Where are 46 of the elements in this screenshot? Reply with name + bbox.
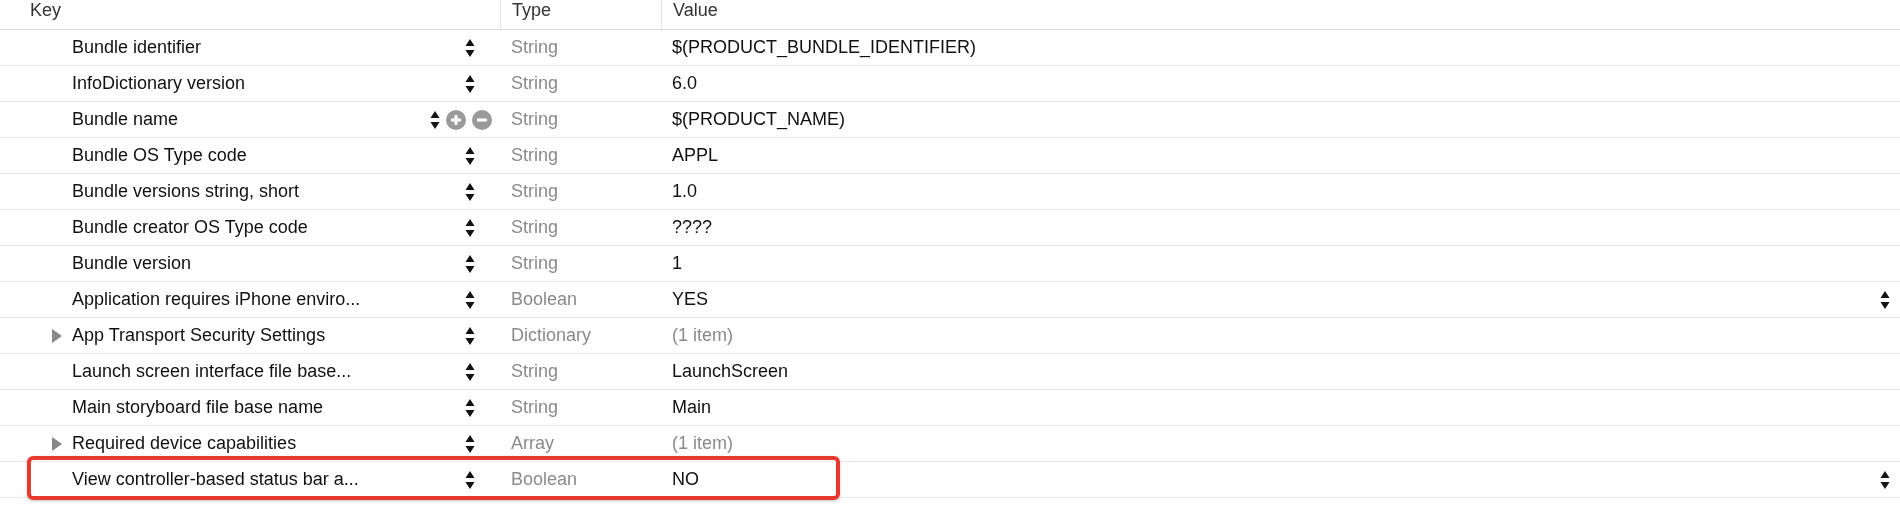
type-label: Boolean [511,469,578,490]
key-label: Bundle OS Type code [72,145,248,166]
key-label: Bundle versions string, short [72,181,301,202]
value-label: (1 item) [672,325,734,346]
key-label: Bundle identifier [72,37,203,58]
column-header[interactable]: Value [673,0,718,29]
value-label: NO [672,469,700,490]
value-label: $(PRODUCT_BUNDLE_IDENTIFIER) [672,37,978,58]
type-label: String [511,217,559,238]
disclosure-triangle-icon[interactable] [50,436,64,451]
type-label: Array [511,433,554,454]
key-label: Bundle name [72,109,180,130]
value-label: $(PRODUCT_NAME) [672,109,846,130]
type-label: String [511,181,559,202]
key-label: View controller-based status bar a... [72,469,360,490]
disclosure-triangle-icon[interactable] [50,328,64,343]
key-label: Required device capabilities [72,433,298,454]
key-label: InfoDictionary version [72,73,247,94]
column-header[interactable]: Type [512,0,552,29]
value-label: 1 [672,253,683,274]
type-label: String [511,109,559,130]
type-label: String [511,361,559,382]
value-label: YES [672,289,710,310]
key-label: Main storyboard file base name [72,397,325,418]
remove-icon[interactable] [472,109,492,130]
value-label: (1 item) [672,433,734,454]
type-label: String [511,73,559,94]
value-label: Main [672,397,712,418]
add-icon[interactable] [446,109,466,130]
key-label: Bundle version [72,253,193,274]
type-label: String [511,253,559,274]
value-label: 1.0 [672,181,699,202]
key-label: Bundle creator OS Type code [72,217,309,238]
value-label: APPL [672,145,720,166]
type-label: String [511,145,559,166]
key-label: Launch screen interface file base... [72,361,353,382]
type-label: Dictionary [511,325,592,346]
value-label: 6.0 [672,73,699,94]
key-label: App Transport Security Settings [72,325,327,346]
type-label: Boolean [511,289,578,310]
type-label: String [511,37,559,58]
value-label: LaunchScreen [672,361,790,382]
value-label: ???? [672,217,714,238]
column-header[interactable]: Key [30,0,62,29]
key-label: Application requires iPhone enviro... [72,289,362,310]
type-label: String [511,397,559,418]
